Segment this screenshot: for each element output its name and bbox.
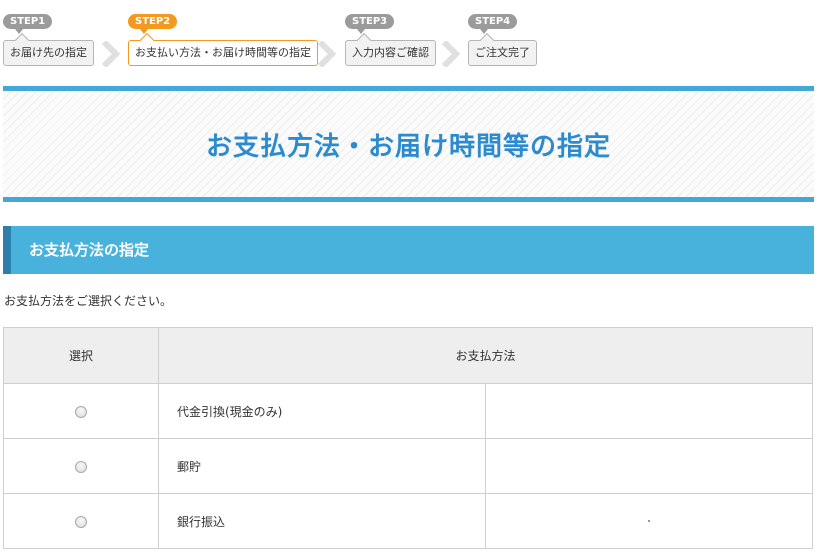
step-2-badge: STEP2 [128,14,178,34]
section-description: お支払方法をご選択ください。 [4,294,173,308]
step-3-badge: STEP3 [345,14,395,34]
table-row[interactable]: 代金引換(現金のみ) [3,383,813,439]
section-header: お支払方法の指定 [3,226,814,274]
page-title-banner: お支払方法・お届け時間等の指定 [3,86,814,202]
method-column-header: お支払方法 [158,327,813,384]
step-1-label: お届け先の指定 [3,40,94,66]
step-4-label: ご注文完了 [468,40,537,66]
table-row[interactable]: 郵貯 [3,438,813,494]
step-4-badge: STEP4 [468,14,518,34]
payment-method-table: 選択 お支払方法 代金引換(現金のみ) 郵貯 銀行振込 [3,327,813,549]
extra-cell [485,383,813,439]
payment-radio-bank[interactable] [75,515,87,528]
chevron-right-icon [317,41,337,67]
payment-radio-postal[interactable] [75,460,87,473]
select-cell [3,383,159,439]
chevron-right-icon [441,41,461,67]
payment-method-name: 郵貯 [158,438,486,494]
table-header-row: 選択 お支払方法 [3,327,813,384]
checkout-step-indicator: STEP1 お届け先の指定 STEP2 お支払い方法・お届け時間等の指定 STE… [0,0,817,80]
select-cell [3,438,159,494]
step-1-badge: STEP1 [3,14,53,34]
step-3-label: 入力内容ご確認 [345,40,436,66]
payment-method-name: 代金引換(現金のみ) [158,383,486,439]
chevron-right-icon [101,41,121,67]
payment-radio-cod[interactable] [75,405,87,418]
table-row[interactable]: 銀行振込 [3,493,813,549]
extra-cell [485,493,813,549]
page-title: お支払方法・お届け時間等の指定 [205,131,611,162]
step-2-label: お支払い方法・お届け時間等の指定 [128,40,318,66]
select-cell [3,493,159,549]
select-column-header: 選択 [3,327,159,384]
payment-method-name: 銀行振込 [158,493,486,549]
dot-mark [648,520,650,522]
extra-cell [485,438,813,494]
